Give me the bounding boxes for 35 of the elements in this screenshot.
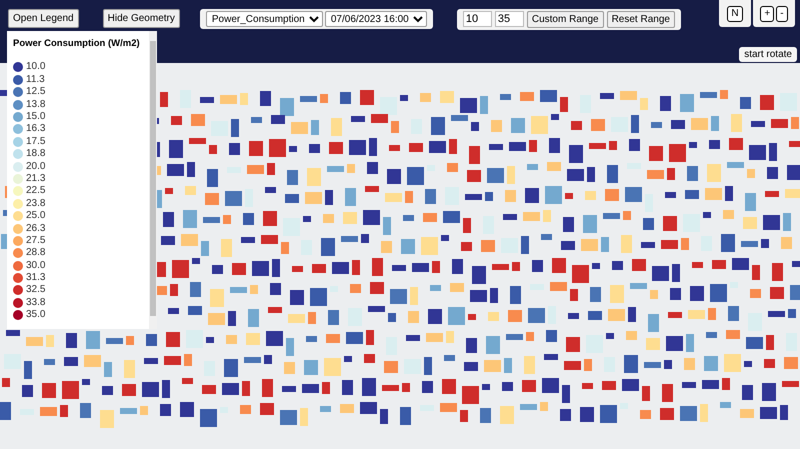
legend-value: 10.0 bbox=[26, 61, 46, 74]
legend-value: 11.3 bbox=[26, 74, 45, 86]
legend-value: 21.3 bbox=[26, 172, 46, 185]
legend-value: 30.0 bbox=[26, 260, 46, 272]
legend-value: 13.8 bbox=[26, 98, 46, 111]
start-rotate-button[interactable]: start rotate bbox=[739, 47, 797, 62]
legend-value: 31.3 bbox=[26, 272, 46, 284]
legend-value: 15.0 bbox=[26, 111, 46, 123]
zoom-in-button[interactable]: + bbox=[760, 6, 774, 22]
legend-value: 33.8 bbox=[26, 296, 46, 309]
legend-value: 26.3 bbox=[26, 222, 46, 235]
zoom-out-button[interactable]: - bbox=[776, 6, 788, 22]
legend-value: 20.0 bbox=[26, 160, 46, 173]
open-legend-button[interactable]: Open Legend bbox=[8, 9, 79, 28]
legend-value: 16.3 bbox=[26, 123, 46, 136]
compass-button[interactable]: N bbox=[727, 6, 743, 22]
legend-value: 35.0 bbox=[26, 309, 46, 322]
legend-value: 28.8 bbox=[26, 247, 46, 260]
hide-geometry-button[interactable]: Hide Geometry bbox=[102, 9, 180, 28]
legend-value: 27.5 bbox=[26, 234, 46, 247]
legend-value: 17.5 bbox=[26, 136, 46, 148]
range-min-field[interactable]: 10 bbox=[462, 11, 492, 27]
scrollbar[interactable] bbox=[149, 31, 157, 329]
legend-value: 23.8 bbox=[26, 198, 46, 210]
time-select[interactable]: 07/06/2023 16:00 bbox=[324, 11, 427, 27]
custom-range-button[interactable]: Custom Range bbox=[526, 11, 604, 28]
legend-title: Power Consumption (W/m2) bbox=[13, 37, 141, 51]
legend-value: 22.5 bbox=[26, 185, 46, 198]
reset-range-button[interactable]: Reset Range bbox=[606, 11, 675, 28]
metric-select[interactable]: Power_Consumption bbox=[206, 11, 323, 27]
range-max-field[interactable]: 35 bbox=[494, 11, 524, 27]
legend-value: 25.0 bbox=[26, 210, 46, 222]
legend-value: 12.5 bbox=[26, 86, 46, 98]
legend-value: 18.8 bbox=[26, 148, 46, 160]
legend-value: 32.5 bbox=[26, 284, 46, 296]
